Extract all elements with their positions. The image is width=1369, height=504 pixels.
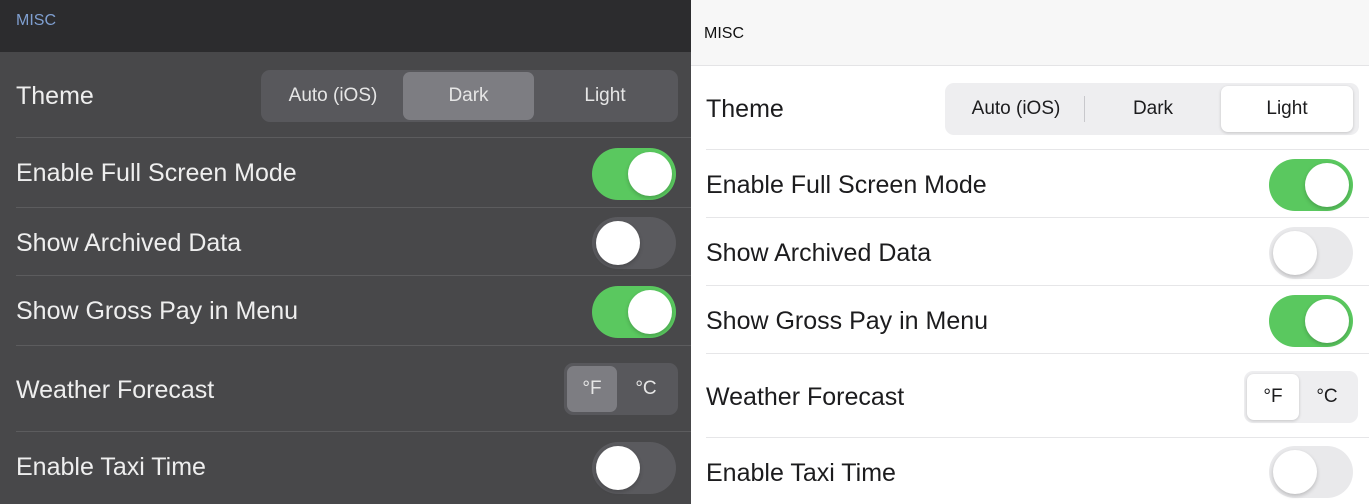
dark-settings-panel: MISC Theme Auto (iOS) Dark Light Enable …	[0, 0, 691, 504]
archived-row: Show Archived Data	[0, 208, 691, 276]
unit-option-celsius[interactable]: °C	[617, 366, 675, 412]
theme-label: Theme	[16, 82, 94, 110]
temperature-unit-control: °F °C	[564, 363, 678, 415]
toggle-knob	[1273, 450, 1317, 494]
theme-option-auto[interactable]: Auto (iOS)	[948, 86, 1084, 132]
full-screen-toggle[interactable]	[1269, 159, 1353, 211]
toggle-knob	[596, 221, 640, 265]
toggle-knob	[1305, 299, 1349, 343]
taxi-toggle[interactable]	[592, 442, 676, 494]
temperature-unit-control: °F °C	[1244, 371, 1358, 423]
archived-toggle[interactable]	[1269, 227, 1353, 279]
section-header-label: MISC	[16, 12, 56, 29]
gross-pay-toggle[interactable]	[1269, 295, 1353, 347]
section-header: MISC	[0, 0, 691, 52]
full-screen-label: Enable Full Screen Mode	[706, 171, 987, 199]
unit-option-celsius[interactable]: °C	[1299, 374, 1355, 420]
gross-pay-row: Show Gross Pay in Menu	[691, 286, 1369, 354]
taxi-label: Enable Taxi Time	[706, 459, 896, 487]
unit-option-fahrenheit[interactable]: °F	[567, 366, 617, 412]
section-header-label: MISC	[704, 25, 744, 42]
theme-option-dark[interactable]: Dark	[403, 72, 534, 120]
theme-option-auto[interactable]: Auto (iOS)	[263, 72, 403, 120]
toggle-knob	[1305, 163, 1349, 207]
theme-label: Theme	[706, 95, 784, 123]
full-screen-toggle[interactable]	[592, 148, 676, 200]
archived-row: Show Archived Data	[691, 218, 1369, 286]
gross-pay-toggle[interactable]	[592, 286, 676, 338]
toggle-knob	[628, 290, 672, 334]
unit-option-fahrenheit[interactable]: °F	[1247, 374, 1299, 420]
taxi-row: Enable Taxi Time	[0, 432, 691, 504]
taxi-toggle[interactable]	[1269, 446, 1353, 498]
toggle-knob	[628, 152, 672, 196]
full-screen-row: Enable Full Screen Mode	[0, 138, 691, 208]
theme-option-light[interactable]: Light	[534, 72, 676, 120]
toggle-knob	[1273, 231, 1317, 275]
theme-option-light[interactable]: Light	[1221, 86, 1353, 132]
gross-pay-row: Show Gross Pay in Menu	[0, 276, 691, 346]
light-settings-panel: MISC Theme Auto (iOS) Dark Light Enable …	[691, 0, 1369, 504]
section-header: MISC	[691, 0, 1369, 66]
archived-label: Show Archived Data	[16, 229, 242, 257]
weather-row: Weather Forecast °F °C	[691, 354, 1369, 438]
theme-segmented-control: Auto (iOS) Dark Light	[945, 83, 1359, 135]
weather-row: Weather Forecast °F °C	[0, 346, 691, 432]
theme-option-dark[interactable]: Dark	[1085, 86, 1221, 132]
toggle-knob	[596, 446, 640, 490]
theme-row: Theme Auto (iOS) Dark Light	[691, 66, 1369, 150]
archived-label: Show Archived Data	[706, 239, 932, 267]
theme-row: Theme Auto (iOS) Dark Light	[0, 52, 691, 138]
theme-segmented-control: Auto (iOS) Dark Light	[261, 70, 678, 122]
taxi-label: Enable Taxi Time	[16, 453, 206, 481]
weather-label: Weather Forecast	[16, 376, 215, 404]
taxi-row: Enable Taxi Time	[691, 438, 1369, 504]
gross-pay-label: Show Gross Pay in Menu	[706, 307, 989, 335]
archived-toggle[interactable]	[592, 217, 676, 269]
full-screen-label: Enable Full Screen Mode	[16, 159, 297, 187]
gross-pay-label: Show Gross Pay in Menu	[16, 297, 299, 325]
full-screen-row: Enable Full Screen Mode	[691, 150, 1369, 218]
weather-label: Weather Forecast	[706, 383, 905, 411]
